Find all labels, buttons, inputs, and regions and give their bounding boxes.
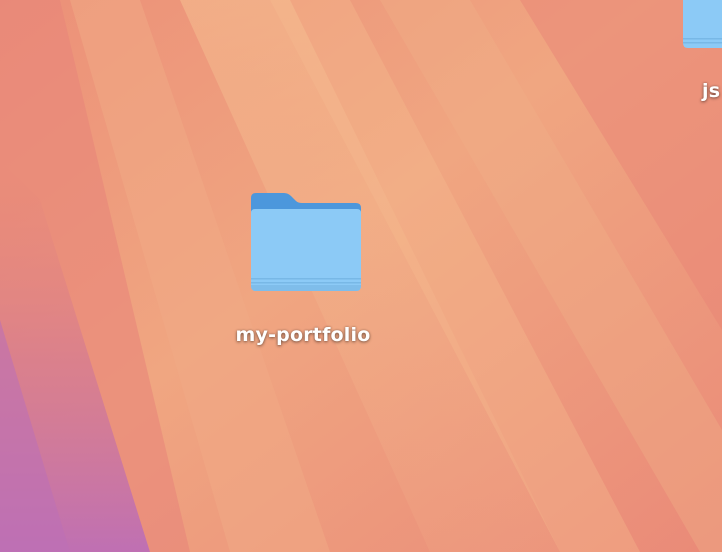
desktop-folder-js[interactable]: js xyxy=(680,0,722,102)
folder-label: my-portfolio xyxy=(235,324,371,346)
desktop-folder-my-portfolio[interactable]: my-portfolio xyxy=(222,190,384,346)
folder-icon xyxy=(683,0,722,48)
folder-icon xyxy=(251,193,361,291)
folder-label: js xyxy=(702,80,721,102)
desktop[interactable]: my-portfolio js xyxy=(0,0,722,552)
